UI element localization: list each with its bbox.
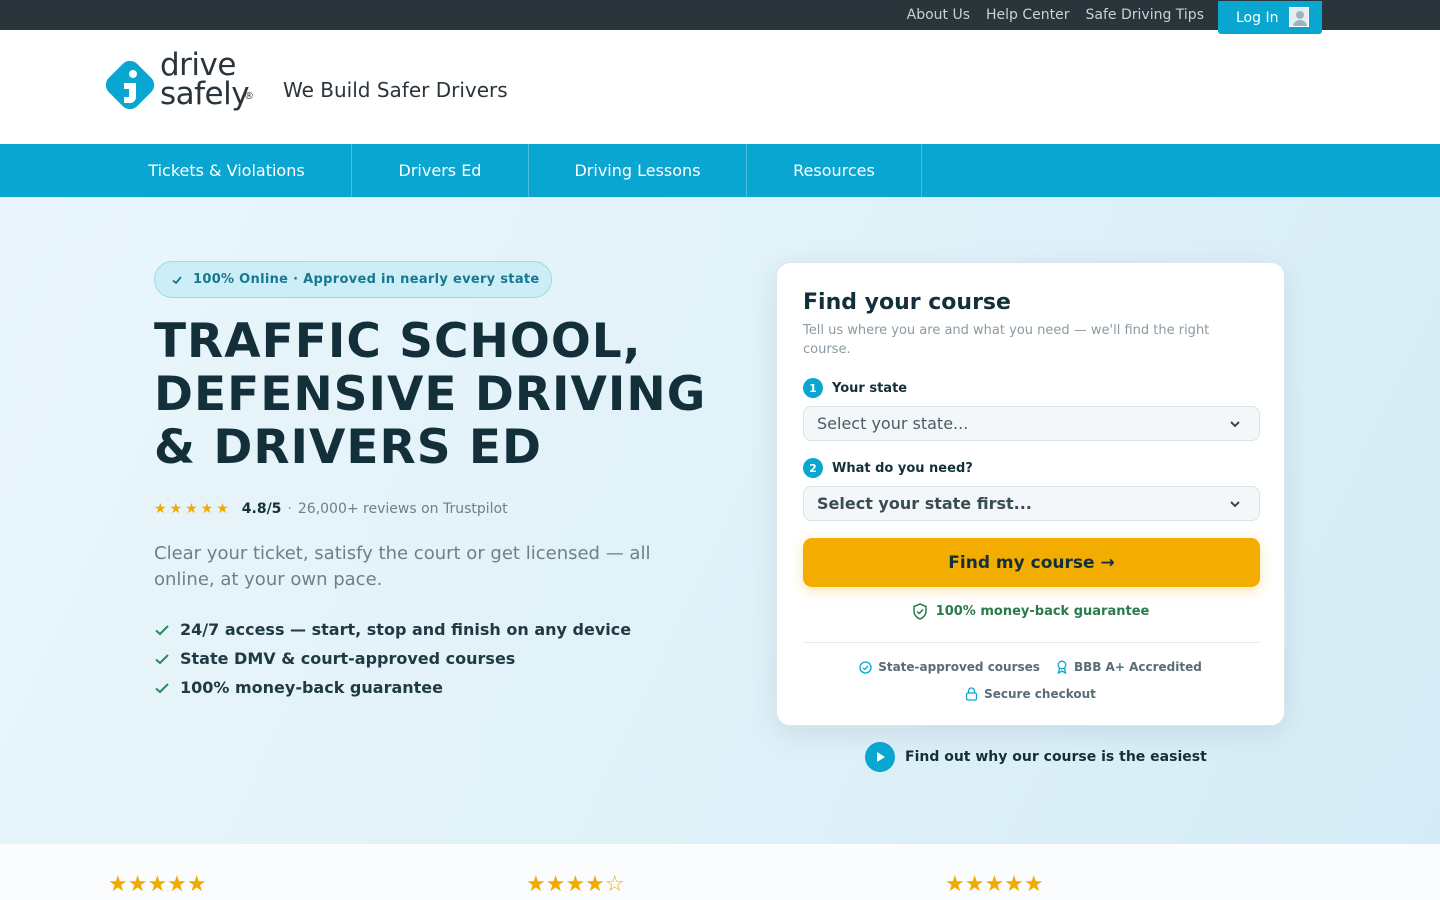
about-us-link[interactable]: About Us [907,7,970,23]
step-need-label: 2 What do you need? [803,458,973,478]
hero-description: Clear your ticket, satisfy the court or … [154,543,651,590]
video-link-text: Find out why our course is the easiest [905,749,1207,765]
review-stars-icon: ★★★★★ [108,872,207,897]
review-stars-icon: ★★★★★ [945,872,1044,897]
login-label: Log In [1236,9,1279,26]
reviews-section: ★★★★★ ★★★★☆ ★★★★★ [0,844,1440,900]
utility-bar: About Us Help Center Safe Driving Tips L… [0,0,1440,34]
list-item: State DMV & court-approved courses [154,644,631,673]
check-circle-icon [859,660,872,674]
card-divider [803,642,1260,643]
check-icon [155,624,169,635]
step-label: What do you need? [832,460,973,476]
nav-item-tickets-violations[interactable]: Tickets & Violations [102,144,352,197]
nav-item-drivers-ed[interactable]: Drivers Ed [352,144,529,197]
rating-separator: · [287,501,292,517]
login-button[interactable]: Log In [1218,1,1322,34]
headline-line-3: & DRIVERS ED [154,420,543,475]
step-label: Your state [832,380,908,396]
video-link[interactable]: Find out why our course is the easiest [865,742,1207,772]
play-icon[interactable] [865,742,895,772]
hero-section: 100% Online · Approved in nearly every s… [0,197,1440,844]
trust-text: Secure checkout [984,687,1096,701]
site-header: drive safely ® We Build Safer Drivers [0,30,1440,144]
course-type-select[interactable]: Select your state first... [803,486,1260,521]
trust-badge-bbb: BBB A+ Accredited [1056,660,1202,674]
review-count: 26,000+ reviews on Trustpilot [297,501,508,517]
step-number: 2 [803,458,823,478]
money-back-guarantee: 100% money-back guarantee [777,603,1284,620]
user-icon [1289,7,1309,27]
star-rating-icon: ★★★★★ [154,501,232,517]
approval-badge: 100% Online · Approved in nearly every s… [154,261,552,298]
trust-text: BBB A+ Accredited [1073,660,1202,674]
logo-icon[interactable] [102,57,158,113]
list-item: 24/7 access — start, stop and finish on … [154,615,631,644]
step-state-label: 1 Your state [803,378,907,398]
benefit-list: 24/7 access — start, stop and finish on … [154,615,631,702]
page-title: TRAFFIC SCHOOL, DEFENSIVE DRIVING & DRIV… [154,315,706,474]
state-select-value: Select your state... [817,414,969,433]
step-number: 1 [803,378,823,398]
rating-summary: ★★★★★ 4.8/5 · 26,000+ reviews on Trustpi… [154,501,508,517]
tagline: We Build Safer Drivers [283,78,508,102]
check-icon [155,653,169,664]
registered-mark: ® [244,91,254,102]
benefit-text: State DMV & court-approved courses [180,649,516,668]
nav-item-driving-lessons[interactable]: Driving Lessons [529,144,747,197]
utility-links: About Us Help Center Safe Driving Tips [891,0,1204,30]
shield-check-icon [912,603,927,620]
chevron-down-icon [1230,501,1240,508]
check-icon [172,275,182,284]
approval-badge-text: 100% Online · Approved in nearly every s… [193,272,540,287]
trust-text: State-approved courses [878,660,1040,674]
rating-score: 4.8/5 [241,501,282,517]
award-ribbon-icon [1057,660,1067,674]
list-item: 100% money-back guarantee [154,673,631,702]
benefit-text: 24/7 access — start, stop and finish on … [180,620,632,639]
guarantee-text: 100% money-back guarantee [935,604,1150,619]
main-nav: Tickets & Violations Drivers Ed Driving … [0,144,1440,197]
headline-line-1: TRAFFIC SCHOOL, [154,314,642,369]
nav-item-resources[interactable]: Resources [747,144,922,197]
review-stars-icon: ★★★★☆ [526,872,625,897]
help-center-link[interactable]: Help Center [986,7,1070,23]
trust-badge-state-approved: State-approved courses [859,660,1040,674]
card-title: Find your course [803,290,1011,315]
logo-line-safely: safely [160,76,250,112]
state-select[interactable]: Select your state... [803,406,1260,441]
check-icon [155,682,169,693]
course-finder-card: Find your course Tell us where you are a… [776,262,1285,726]
safe-driving-tips-link[interactable]: Safe Driving Tips [1086,7,1204,23]
lock-icon [965,687,978,701]
find-my-course-button[interactable]: Find my course → [803,538,1260,587]
trust-badges-row-1: State-approved courses BBB A+ Accredited [777,660,1284,674]
chevron-down-icon [1230,421,1240,428]
trust-badge-secure-checkout: Secure checkout [777,687,1284,701]
course-type-select-value: Select your state first... [817,494,1032,513]
benefit-text: 100% money-back guarantee [180,678,443,697]
card-subtitle: Tell us where you are and what you need … [803,323,1210,357]
headline-line-2: DEFENSIVE DRIVING [154,367,707,422]
logo-wordmark[interactable]: drive safely ® [160,50,254,112]
